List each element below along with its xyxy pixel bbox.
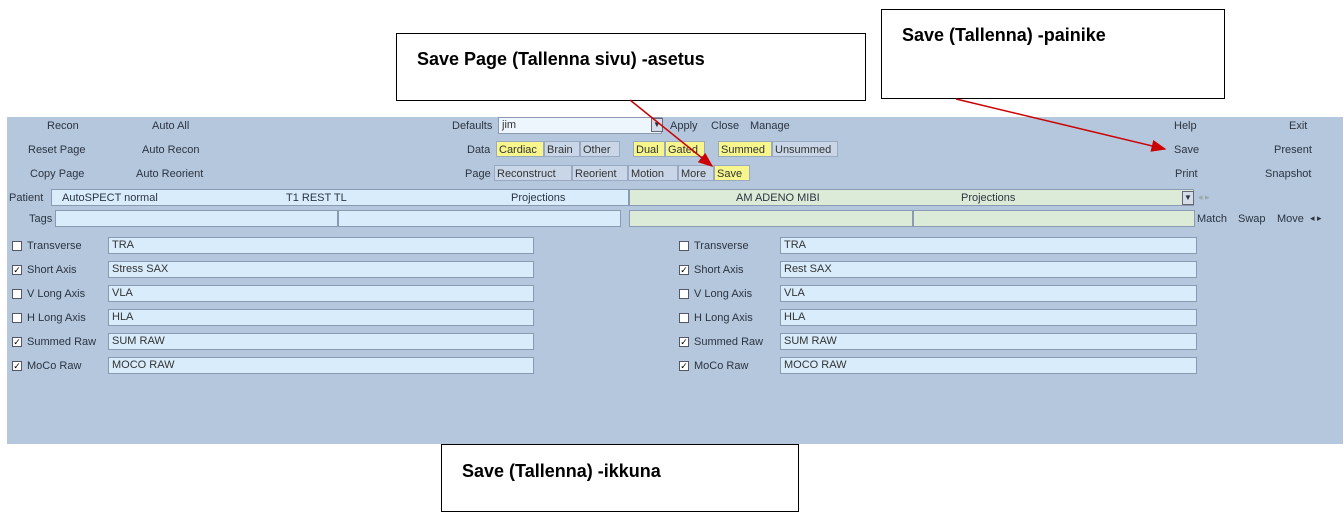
annotation-arrows bbox=[629, 98, 1167, 167]
arrow-to-save-button bbox=[955, 98, 1167, 152]
arrow-to-save-page-tab bbox=[629, 99, 714, 167]
